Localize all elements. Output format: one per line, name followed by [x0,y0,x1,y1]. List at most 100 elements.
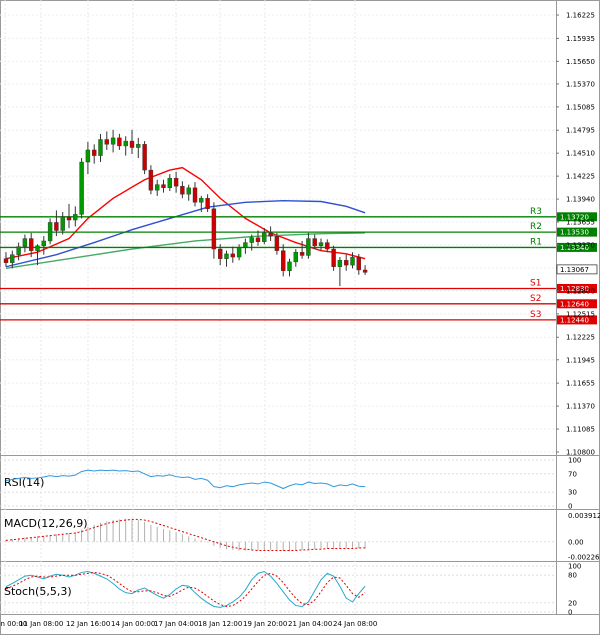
candle-down [325,242,330,250]
price-tick-label: 1.11085 [566,426,595,434]
candle-up [10,254,15,263]
rsi-tick-label: 30 [568,489,577,497]
candle-up [22,238,28,247]
candle-up [123,140,128,147]
candle-up [337,260,343,267]
rsi-tick-label: 100 [568,457,581,465]
level-price-label: 1.13530 [560,229,589,237]
macd-tick-label: -0.002267 [568,554,600,562]
price-tick-label: 1.13370 [566,241,595,249]
candle-down [356,256,361,271]
candle-up [199,198,204,203]
candle-up [167,177,173,189]
candle-down [173,177,179,187]
candle-down [66,216,72,221]
level-name-s1: S1 [530,278,541,288]
stoch-tick-label: 100 [568,563,581,571]
candle-up [85,149,91,163]
candle-up [110,137,116,145]
level-name-s3: S3 [530,310,541,320]
candle-up [41,240,46,247]
price-tick-label: 1.15370 [566,80,595,88]
price-tick-label: 1.12515 [566,310,595,318]
price-tick-label: 1.11655 [566,380,595,388]
price-tick-label: 1.14795 [566,127,595,135]
candle-down [211,208,217,250]
price-tick-label: 1.13940 [566,196,595,204]
level-price-label: 1.12640 [560,300,589,308]
time-tick-label: 18 Jan 12:00 [198,620,242,628]
candle-down [142,144,147,171]
stoch-tick-label: 20 [568,599,577,607]
time-tick-label: 17 Jan 04:00 [154,620,198,628]
candle-up [60,216,65,231]
time-tick-label: 12 Jan 16:00 [66,620,110,628]
candle-down [362,269,368,273]
candle-up [154,184,160,191]
candle-down [54,222,59,231]
time-tick-label: 24 Jan 08:00 [333,620,377,628]
candle-up [243,242,248,248]
candle-down [230,253,236,258]
candle-down [161,184,166,189]
candle-up [262,232,267,242]
candle-down [29,238,34,251]
candle-up [35,245,40,251]
time-tick-label: 21 Jan 04:00 [288,620,332,628]
candle-down [344,260,349,266]
price-tick-label: 1.13655 [566,219,595,227]
candle-down [255,237,261,242]
level-name-s2: S2 [530,294,541,304]
chart-stage: R3 1.13720 R2 1.13530 R1 1.13340 S1 1.12830 S2 1.… [0,0,600,635]
candle-up [73,214,78,221]
candle-down [268,232,273,237]
candle-up [98,139,103,156]
candle-up [136,144,141,148]
candle-up [350,256,355,266]
stoch-label: Stoch(5,5,3) [4,585,72,598]
price-tick-label: 1.12225 [566,334,595,342]
macd-tick-label: 0.00 [568,538,584,546]
candle-up [236,247,242,258]
time-tick-label: 14 Jan 00:00 [111,620,155,628]
price-tick-label: 1.11370 [566,403,595,411]
candle-up [293,252,298,263]
level-name-r2: R2 [530,222,542,232]
candle-down [148,169,154,191]
stoch-tick-label: 0 [568,609,572,617]
candle-down [217,248,223,259]
candle-down [312,238,317,247]
stoch-tick-label: 80 [568,572,577,580]
price-tick-label: 1.10800 [566,449,595,457]
price-tick-label: 1.14225 [566,173,595,181]
candle-down [180,185,185,195]
macd-label: MACD(12,26,9) [4,517,88,530]
candle-down [91,149,97,156]
price-tick-label: 1.11945 [566,356,595,364]
price-tick-label: 1.12800 [566,287,595,295]
candle-down [299,252,305,256]
candle-down [104,139,110,145]
price-tick-label: 1.14510 [566,150,595,158]
candle-up [287,261,292,271]
candle-down [281,250,286,271]
time-axis: 10 Jan 00:0011 Jan 08:0012 Jan 16:0014 J… [0,620,377,628]
candle-down [331,248,336,267]
last-price-label: 1.13067 [560,266,589,274]
price-tick-label: 1.15650 [566,58,595,66]
chart-svg: R31.13720R21.13530R11.13340S11.12830S21.… [0,0,600,635]
candle-down [192,187,198,203]
candle-up [249,237,254,243]
candle-up [79,161,84,215]
candle-up [318,242,324,247]
candle-down [274,235,280,251]
price-tick-label: 1.16225 [566,12,595,20]
time-tick-label: 19 Jan 20:00 [243,620,287,628]
candle-down [129,140,135,148]
candle-up [224,253,229,259]
macd-tick-label: 0.003912 [568,512,600,520]
rsi-tick-label: 70 [568,470,577,478]
chart-frame [0,0,600,635]
candle-down [117,137,122,147]
price-tick-label: 1.15935 [566,35,595,43]
